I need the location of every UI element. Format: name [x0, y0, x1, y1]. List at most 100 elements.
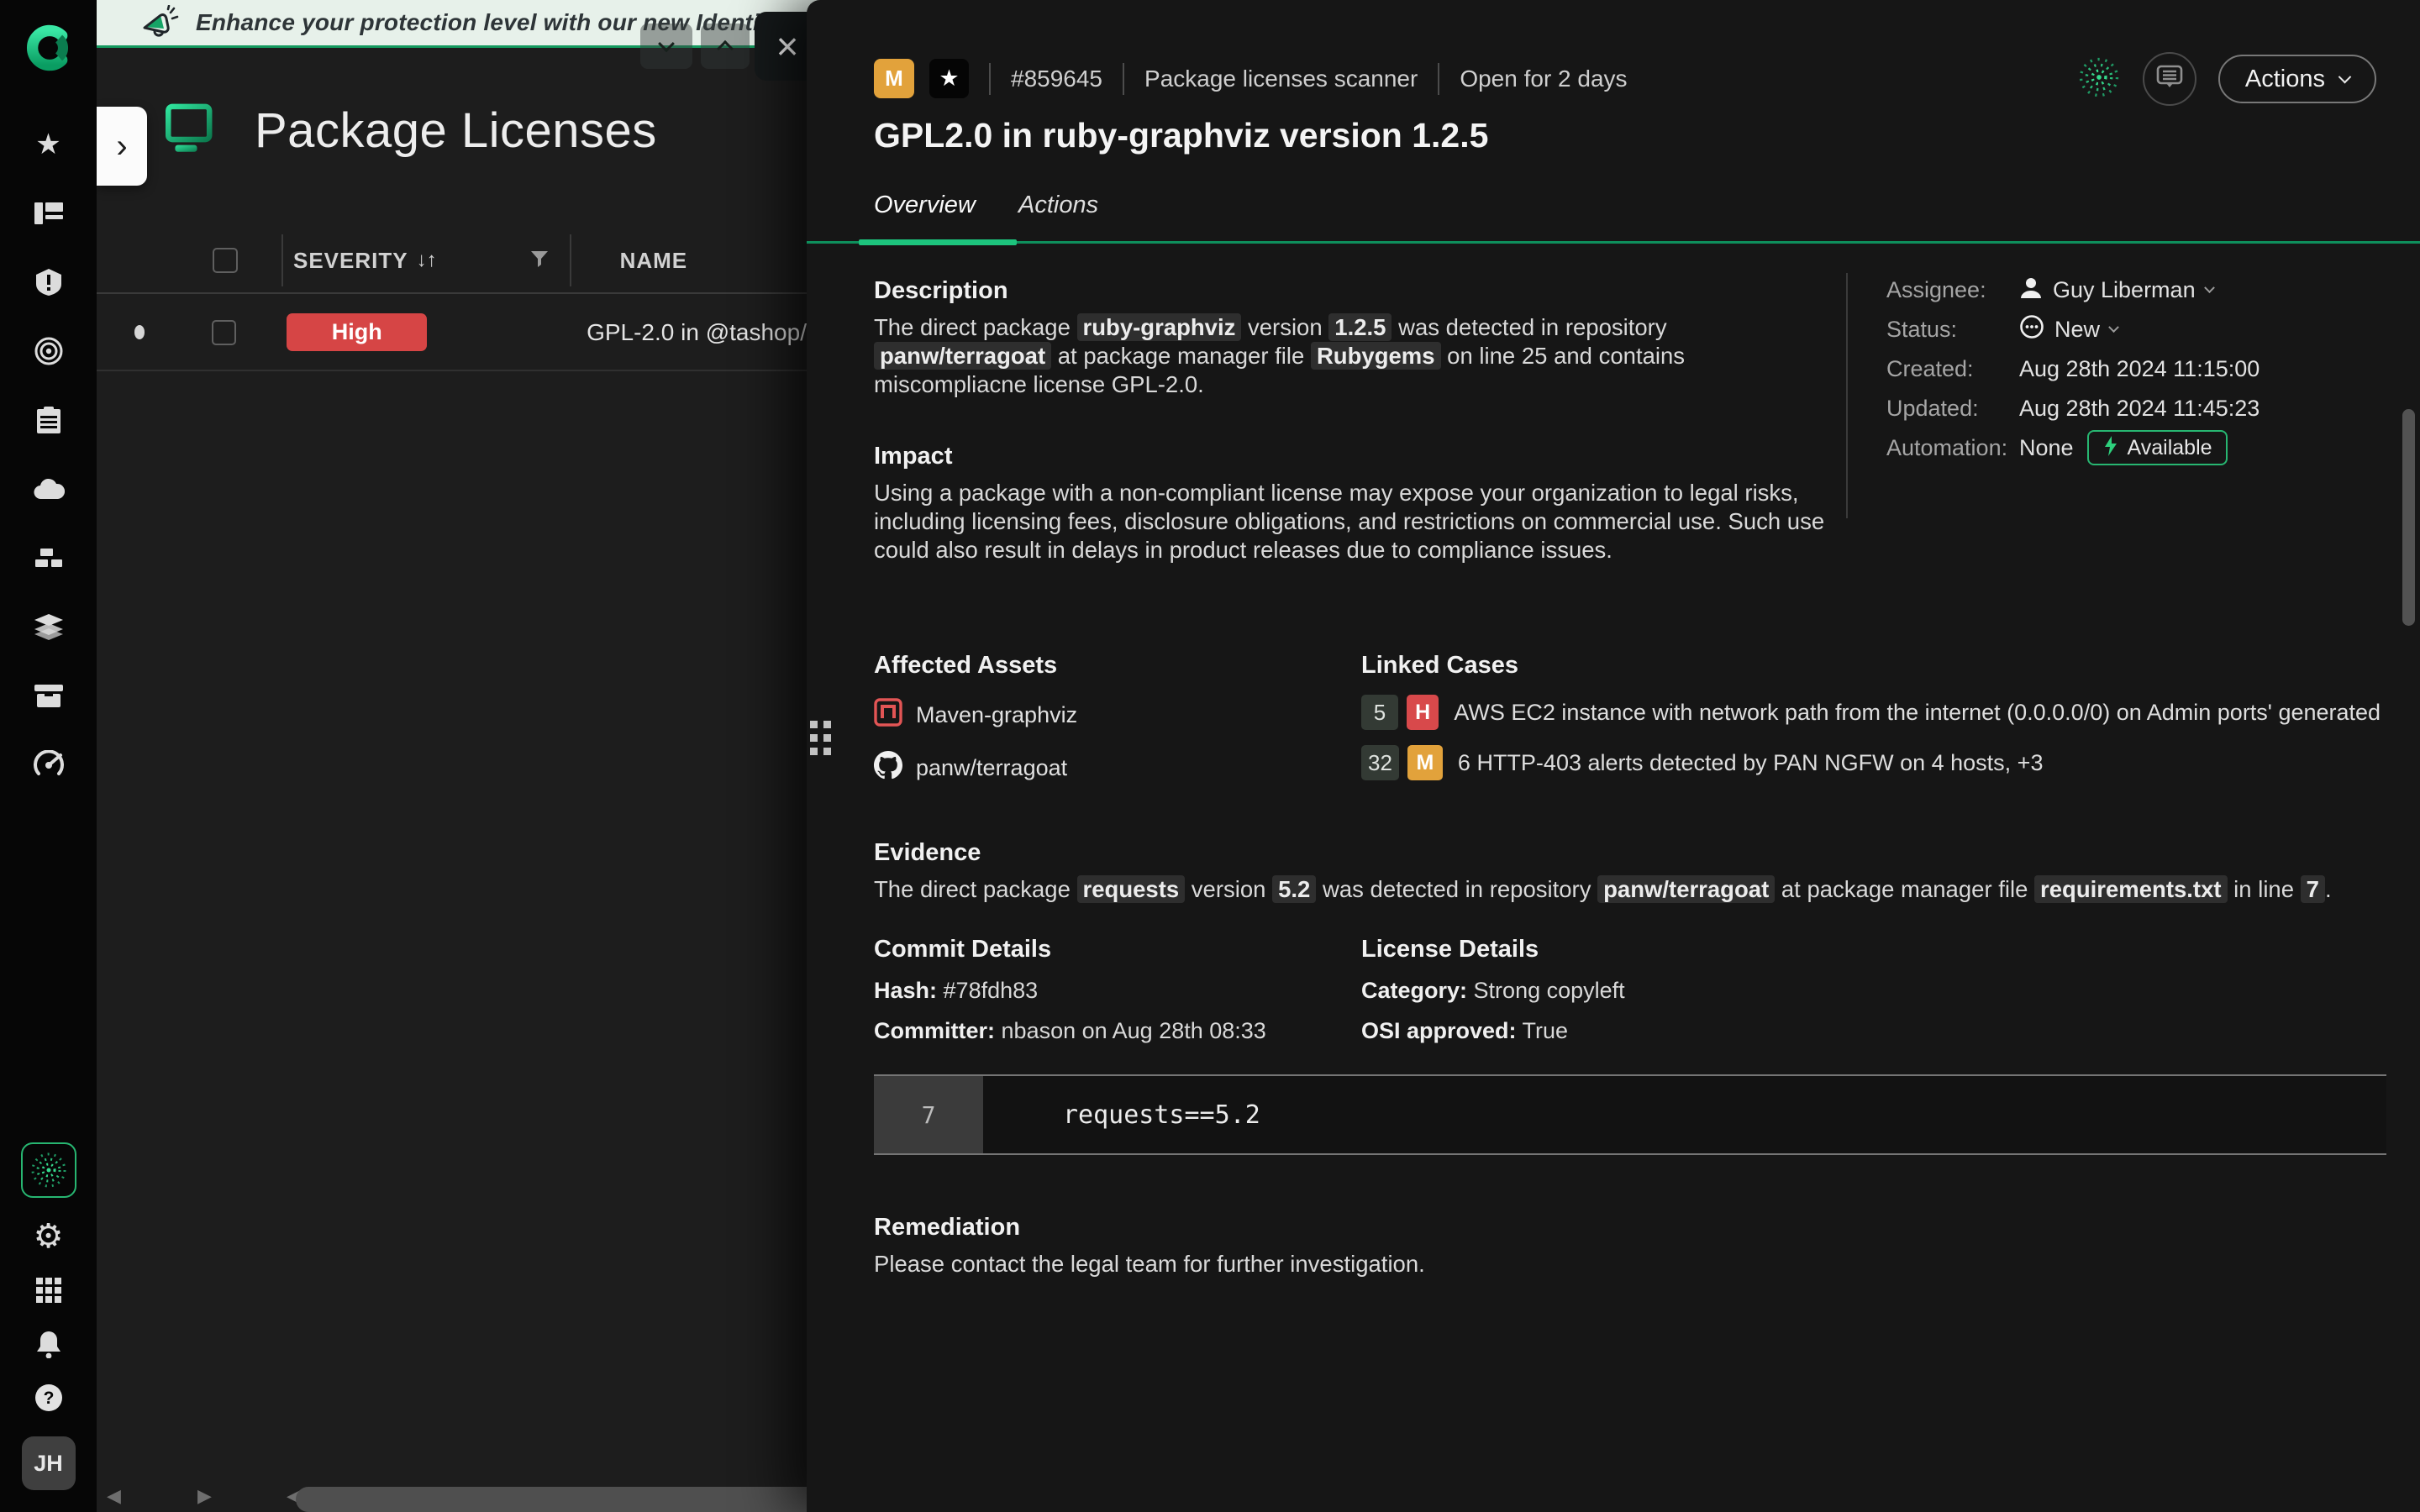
target-bullseye-icon[interactable]: [33, 336, 65, 366]
linked-case-row[interactable]: 5 H AWS EC2 instance with network path f…: [1361, 695, 2386, 730]
linked-cases-heading: Linked Cases: [1361, 652, 2386, 680]
horizontal-scrollbar[interactable]: [296, 1487, 807, 1512]
chevron-down-icon: [2204, 282, 2215, 293]
status-dropdown[interactable]: New: [2019, 314, 2118, 345]
automation-dotted-spiral-icon[interactable]: [2077, 55, 2121, 103]
assignee-dropdown[interactable]: Guy Liberman: [2019, 276, 2213, 305]
monitor-icon: [164, 102, 219, 159]
apps-grid-icon[interactable]: [33, 1275, 65, 1305]
severity-medium-badge: M: [1407, 745, 1443, 780]
inventory-box-icon[interactable]: [33, 680, 65, 711]
issue-meta: Assignee: Guy Liberman Status:: [1886, 277, 2260, 460]
remediation-text: Please contact the legal team for furthe…: [874, 1250, 2386, 1278]
created-value: Aug 28th 2024 11:15:00: [2019, 356, 2260, 382]
commit-license-section: Commit Details Hash: #78fdh83 Committer:…: [874, 936, 2386, 1044]
cortex-logo-icon[interactable]: [24, 24, 73, 72]
chevron-down-icon: [658, 35, 675, 52]
assignee-value: Guy Liberman: [2053, 277, 2196, 303]
star-bookmark-button[interactable]: ★: [929, 59, 969, 98]
sidebar-nav-bottom: ⚙ ? JH: [21, 1142, 76, 1490]
asset-name: Maven-graphviz: [916, 702, 1077, 728]
notifications-bell-icon[interactable]: [33, 1329, 65, 1359]
funnel-icon[interactable]: [529, 249, 550, 273]
star-favorites-icon[interactable]: ★: [33, 129, 65, 160]
detail-controls: Actions: [2077, 52, 2376, 106]
license-details-heading: License Details: [1361, 936, 2386, 963]
divider: [1438, 63, 1439, 95]
updated-row: Updated: Aug 28th 2024 11:45:23: [1886, 396, 2260, 421]
package-licenses-panel: › Package Licenses SEVERITY ↓↑: [97, 50, 807, 1512]
gauge-icon[interactable]: [33, 749, 65, 780]
page-prev-icon[interactable]: ◀: [107, 1485, 121, 1507]
evidence-text: The direct package requests version 5.2 …: [874, 875, 2386, 904]
help-icon[interactable]: ?: [33, 1383, 65, 1413]
automation-row: Automation: None Available: [1886, 435, 2260, 460]
sidebar: ★: [0, 0, 97, 1512]
vertical-scrollbar[interactable]: [2402, 409, 2415, 626]
collapse-sidebar-button[interactable]: ›: [97, 107, 147, 186]
affected-assets-heading: Affected Assets: [874, 652, 1361, 680]
open-duration: Open for 2 days: [1460, 66, 1627, 92]
automation-value: None: [2019, 435, 2074, 461]
actions-button[interactable]: Actions: [2218, 55, 2376, 103]
sidebar-nav-top: ★: [33, 129, 65, 780]
issue-name-cell[interactable]: GPL-2.0 in @tashop/: [587, 319, 807, 346]
shield-alert-icon[interactable]: [33, 267, 65, 297]
report-clipboard-icon[interactable]: [33, 405, 65, 435]
automation-available-badge[interactable]: Available: [2087, 430, 2228, 465]
dashboard-panels-icon[interactable]: [33, 198, 65, 228]
commit-committer: Committer: nbason on Aug 28th 08:33: [874, 1018, 1361, 1044]
person-icon: [2019, 276, 2043, 305]
chevron-down-icon: [2108, 322, 2119, 333]
license-category: Category: Strong copyleft: [1361, 978, 2386, 1004]
commit-details-heading: Commit Details: [874, 936, 1361, 963]
cloud-icon[interactable]: [33, 474, 65, 504]
user-avatar[interactable]: JH: [22, 1436, 76, 1490]
svg-text:?: ?: [43, 1389, 54, 1408]
overview-content: Description The direct package ruby-grap…: [807, 244, 2420, 1512]
status-label: Status:: [1886, 317, 2019, 343]
column-divider: [570, 234, 571, 286]
banner-collapse-button[interactable]: [640, 24, 692, 69]
created-label: Created:: [1886, 356, 2019, 382]
chevron-right-icon: ›: [116, 128, 127, 165]
asset-item[interactable]: panw/terragoat: [874, 751, 1361, 785]
sort-icon[interactable]: ↓↑: [417, 249, 437, 272]
code-line-content: requests==5.2: [983, 1076, 1260, 1153]
select-all-checkbox[interactable]: [213, 248, 238, 273]
layers-icon[interactable]: [33, 612, 65, 642]
settings-gear-icon[interactable]: ⚙: [33, 1221, 65, 1252]
page-next-icon[interactable]: ▶: [197, 1485, 212, 1507]
divider: [1123, 63, 1124, 95]
scanner-name: Package licenses scanner: [1144, 66, 1418, 92]
banner-expand-button[interactable]: [701, 24, 750, 69]
panel-resize-grip[interactable]: [810, 721, 831, 755]
evidence-code-block: 7 requests==5.2: [874, 1074, 2386, 1155]
name-column-header[interactable]: NAME: [620, 248, 688, 274]
remediation-heading: Remediation: [874, 1214, 2386, 1242]
table-row[interactable]: High GPL-2.0 in @tashop/: [97, 295, 807, 371]
severity-column-header[interactable]: SEVERITY: [293, 248, 408, 274]
case-title: AWS EC2 instance with network path from …: [1454, 700, 2386, 726]
detail-breadcrumb: M ★ #859645 Package licenses scanner Ope…: [874, 59, 1628, 98]
unread-dot: [134, 325, 145, 339]
created-row: Created: Aug 28th 2024 11:15:00: [1886, 356, 2260, 381]
list-title-row: Package Licenses: [164, 102, 657, 159]
copilot-active-item[interactable]: [21, 1142, 76, 1198]
chevron-up-icon: [717, 40, 734, 57]
list-footer: ◀ ▶ ◀: [97, 1478, 807, 1512]
asset-item[interactable]: Maven-graphviz: [874, 698, 1361, 732]
package-icon: [874, 698, 902, 732]
blocks-icon[interactable]: [33, 543, 65, 573]
severity-badge: High: [287, 313, 427, 351]
tab-overview[interactable]: Overview: [874, 192, 976, 219]
description-text: The direct package ruby-graphviz version…: [874, 313, 1828, 399]
evidence-heading: Evidence: [874, 839, 2386, 867]
page-title: Package Licenses: [255, 102, 657, 159]
linked-case-row[interactable]: 32 M 6 HTTP-403 alerts detected by PAN N…: [1361, 745, 2386, 780]
row-checkbox[interactable]: [212, 320, 236, 345]
comments-button[interactable]: [2143, 52, 2196, 106]
star-icon: ★: [939, 66, 959, 92]
tab-actions[interactable]: Actions: [1018, 192, 1098, 219]
app-root: ★: [0, 0, 2420, 1512]
